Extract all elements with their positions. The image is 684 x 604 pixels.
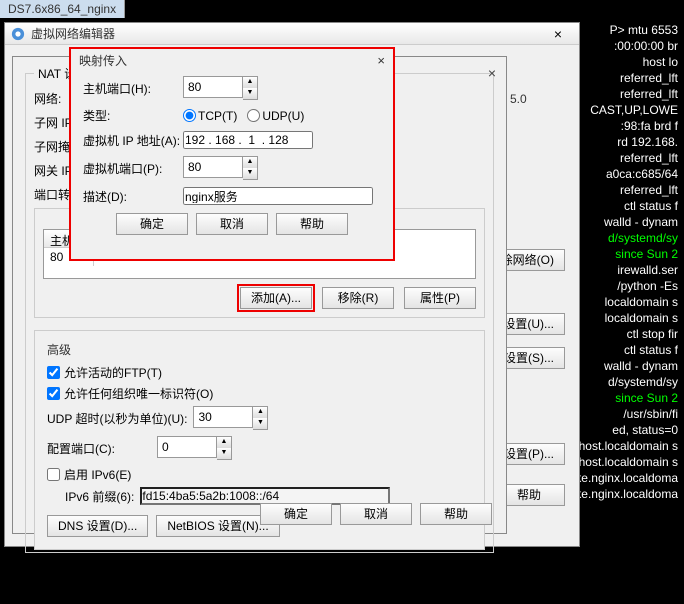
- ok-button[interactable]: 确定: [260, 503, 332, 525]
- cancel-button[interactable]: 取消: [340, 503, 412, 525]
- spinner-down-icon[interactable]: ▼: [217, 448, 231, 459]
- enable-ipv6-checkbox[interactable]: [47, 468, 60, 481]
- vm-port-spinner[interactable]: ▲▼: [183, 156, 258, 180]
- tcp-radio-label[interactable]: TCP(T): [183, 109, 237, 123]
- advanced-title: 高级: [47, 341, 472, 358]
- config-port-spinner[interactable]: ▲▼: [157, 436, 232, 460]
- vm-port-input[interactable]: [183, 156, 243, 178]
- map-incoming-dialog: 映射传入 × 主机端口(H): ▲▼ 类型: TCP(T) UDP(U) 虚拟机…: [70, 48, 394, 260]
- app-icon: [11, 27, 25, 41]
- spinner-down-icon[interactable]: ▼: [243, 168, 257, 179]
- host-port-input[interactable]: [183, 76, 243, 98]
- map-ok-button[interactable]: 确定: [116, 213, 188, 235]
- map-cancel-button[interactable]: 取消: [196, 213, 268, 235]
- spinner-up-icon[interactable]: ▲: [243, 77, 257, 88]
- spinner-up-icon[interactable]: ▲: [217, 437, 231, 448]
- allow-org-checkbox[interactable]: [47, 387, 60, 400]
- udp-radio-label[interactable]: UDP(U): [247, 109, 304, 123]
- allow-ftp-label: 允许活动的FTP(T): [64, 364, 162, 381]
- type-label: 类型:: [83, 107, 183, 124]
- spinner-down-icon[interactable]: ▼: [253, 418, 267, 429]
- udp-timeout-spinner[interactable]: ▲▼: [193, 406, 268, 430]
- host-port-spinner[interactable]: ▲▼: [183, 76, 258, 100]
- props-button[interactable]: 属性(P): [404, 287, 476, 309]
- tab-nginx[interactable]: DS7.6x86_64_nginx: [0, 0, 125, 18]
- host-port-label: 主机端口(H):: [83, 80, 183, 97]
- udp-radio[interactable]: [247, 109, 260, 122]
- dns-settings-button[interactable]: DNS 设置(D)...: [47, 515, 148, 537]
- enable-ipv6-label: 启用 IPv6(E): [64, 466, 131, 483]
- nat-close-icon[interactable]: ×: [488, 65, 496, 81]
- spinner-up-icon[interactable]: ▲: [253, 407, 267, 418]
- tab-bar: DS7.6x86_64_nginx: [0, 0, 125, 18]
- spinner-up-icon[interactable]: ▲: [243, 157, 257, 168]
- editor-title-bar: 虚拟网络编辑器 ×: [5, 23, 579, 45]
- allow-org-label: 允许任何组织唯一标识符(O): [64, 385, 213, 402]
- map-close-icon[interactable]: ×: [377, 53, 385, 68]
- udp-timeout-label: UDP 超时(以秒为单位)(U):: [47, 410, 187, 427]
- tcp-radio[interactable]: [183, 109, 196, 122]
- remove-button[interactable]: 移除(R): [322, 287, 394, 309]
- vm-ip-label: 虚拟机 IP 地址(A):: [83, 132, 183, 149]
- help-button[interactable]: 帮助: [420, 503, 492, 525]
- ver-text: 5.0: [510, 92, 527, 106]
- map-help-button[interactable]: 帮助: [276, 213, 348, 235]
- allow-ftp-checkbox[interactable]: [47, 366, 60, 379]
- config-port-label: 配置端口(C):: [47, 440, 115, 457]
- ipv6-prefix-label: IPv6 前缀(6):: [65, 488, 134, 505]
- udp-timeout-input[interactable]: [193, 406, 253, 428]
- desc-input[interactable]: [183, 187, 373, 205]
- vm-ip-input[interactable]: [183, 131, 313, 149]
- close-icon[interactable]: ×: [543, 26, 573, 42]
- vm-port-label: 虚拟机端口(P):: [83, 160, 183, 177]
- map-title-text: 映射传入: [79, 54, 127, 68]
- desc-label: 描述(D):: [83, 188, 183, 205]
- config-port-input[interactable]: [157, 436, 217, 458]
- editor-title: 虚拟网络编辑器: [31, 25, 543, 42]
- add-button[interactable]: 添加(A)...: [240, 287, 312, 309]
- spinner-down-icon[interactable]: ▼: [243, 88, 257, 99]
